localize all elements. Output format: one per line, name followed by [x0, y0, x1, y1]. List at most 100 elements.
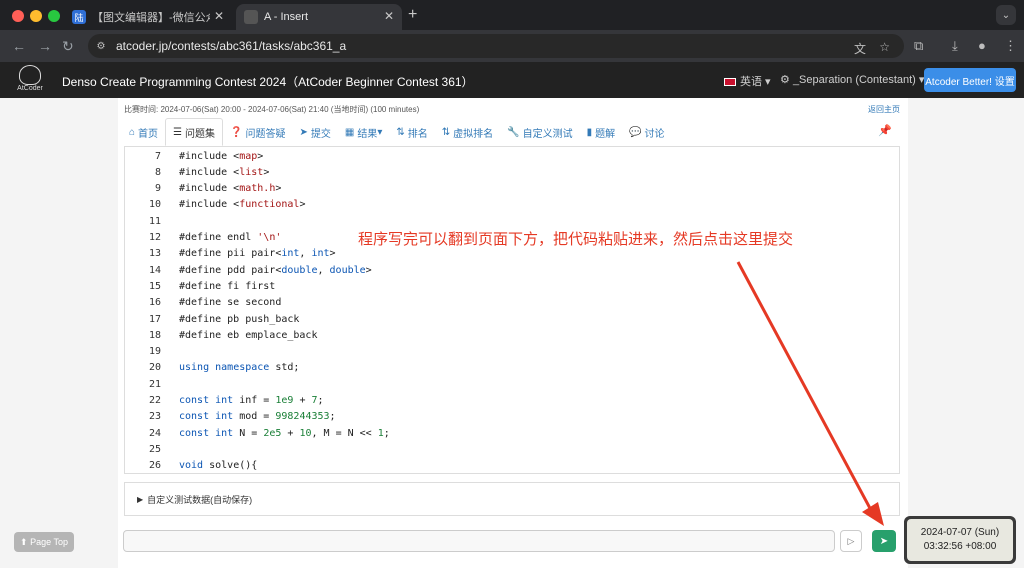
contest-title[interactable]: Denso Create Programming Contest 2024（At… — [62, 73, 474, 90]
atcoder-better-settings-button[interactable]: Atcoder Better! 设置 — [924, 68, 1016, 92]
user-menu[interactable]: ⚙ _Separation (Contestant) ▾ — [780, 73, 924, 86]
page-top-button[interactable]: ⬆ Page Top — [14, 532, 74, 552]
line-number: 13 — [148, 248, 161, 260]
code-line[interactable]: 26 void solve(){ — [125, 458, 257, 473]
custom-test-toggle[interactable]: ▶ 自定义测试数据(自动保存) — [124, 482, 900, 516]
close-icon[interactable]: ✕ — [214, 9, 224, 23]
clock-date: 2024-07-07 (Sun) — [920, 527, 1000, 538]
line-number: 14 — [148, 264, 161, 276]
minimize-window-button[interactable] — [30, 10, 42, 22]
tab-clarifications[interactable]: ❓ 问题答疑 — [223, 118, 292, 146]
url-text: atcoder.jp/contests/abc361/tasks/abc361_… — [116, 39, 347, 53]
back-icon[interactable]: ← — [12, 38, 26, 54]
tab-standings[interactable]: ⇅ 排名 — [389, 118, 434, 146]
code-line[interactable]: 9 #include <math.h> — [125, 181, 281, 197]
code-line[interactable]: 20 using namespace std; — [125, 360, 299, 376]
line-code: #include <math.h> — [179, 183, 282, 195]
line-number: 22 — [148, 395, 161, 406]
extensions-icon[interactable]: ⧉ — [914, 38, 923, 54]
forward-icon[interactable]: → — [38, 38, 52, 54]
line-number: 16 — [148, 297, 161, 309]
code-line[interactable]: 8 #include <list> — [125, 164, 269, 180]
page-body: 比赛时间: 2024-07-06(Sat) 20:00 - 2024-07-06… — [0, 98, 1024, 568]
tab-home[interactable]: ⌂ 首页 — [122, 118, 165, 146]
line-number: 23 — [148, 411, 161, 423]
code-line[interactable]: 12 #define endl '\n' — [125, 230, 281, 246]
tab-virtual-standings[interactable]: ⇅ 虚拟排名 — [435, 118, 500, 146]
line-code: #include <functional> — [179, 199, 306, 211]
code-line[interactable]: 15 #define fi first — [125, 278, 275, 294]
site-info-icon[interactable]: ⚙ — [94, 39, 108, 53]
line-number: 11 — [148, 215, 161, 227]
line-code: #define eb emplace_back — [179, 329, 318, 341]
profile-icon[interactable]: ● — [978, 38, 986, 53]
code-line[interactable]: 18 #define eb emplace_back — [125, 327, 318, 343]
code-line[interactable]: 7 #include <map> — [125, 148, 263, 164]
line-number: 26 — [148, 460, 161, 472]
tab-tasks[interactable]: ☰ 问题集 — [165, 118, 224, 146]
url-input[interactable]: ⚙ atcoder.jp/contests/abc361/tasks/abc36… — [88, 34, 904, 58]
tab-label: 提交 — [310, 128, 331, 140]
close-window-button[interactable] — [12, 10, 24, 22]
code-line[interactable]: 24 const int N = 2e5 + 10, M = N << 1; — [125, 425, 390, 441]
code-line[interactable]: 19 — [125, 344, 179, 360]
run-test-button[interactable]: ▷ — [840, 530, 862, 552]
code-line[interactable]: 10 #include <functional> — [125, 197, 306, 213]
language-selector[interactable]: 英语 ▾ — [724, 73, 771, 89]
pin-icon[interactable]: 📌 — [878, 124, 892, 137]
question-icon: ❓ — [230, 126, 243, 138]
tab-submit[interactable]: ➤ 提交 — [292, 118, 337, 146]
line-number: 24 — [148, 427, 161, 439]
line-code: #define fi first — [179, 280, 276, 292]
browser-tab-editor[interactable]: 陆 【图文编辑器】-微信公众号图 ✕ — [64, 4, 232, 30]
tab-custom-test[interactable]: 🔧 自定义测试 — [500, 118, 579, 146]
maximize-window-button[interactable] — [48, 10, 60, 22]
chevron-down-icon[interactable]: ⌄ — [996, 5, 1016, 25]
line-number: 15 — [148, 280, 161, 292]
download-icon[interactable]: ⤓ — [952, 38, 958, 54]
tab-label: 讨论 — [644, 128, 665, 140]
paper-plane-icon: ➤ — [879, 535, 889, 547]
reload-icon[interactable]: ↻ — [62, 38, 74, 55]
line-code: #define endl '\n' — [179, 232, 282, 243]
table-icon: ▦ — [344, 126, 355, 138]
code-editor[interactable]: 7 #include <map> 8 #include <list> 9 #include… — [124, 146, 900, 474]
contest-tabs: ⌂ 首页 ☰ 问题集 ❓ 问题答疑 ➤ 提交 ▦ 结果 ▾ ⇅ 排名 ⇅ 虚拟排名 🔧 自定义测试… — [122, 118, 672, 146]
arrow-up-icon: ⬆ — [20, 536, 28, 547]
code-line[interactable]: 22 const int inf = 1e9 + 7; — [125, 393, 324, 409]
tab-label: 排名 — [407, 128, 428, 140]
new-tab-icon[interactable]: + — [408, 6, 417, 24]
tab-results[interactable]: ▦ 结果 ▾ — [338, 118, 389, 146]
code-line[interactable]: 17 #define pb push_back — [125, 311, 299, 327]
atcoder-logo[interactable]: AtCoder — [10, 65, 50, 95]
translate-icon[interactable]: 文 — [854, 40, 866, 57]
bookmark-star-icon[interactable]: ☆ — [879, 40, 890, 54]
line-number: 10 — [148, 199, 161, 211]
tab-favicon: 陆 — [72, 10, 86, 24]
more-menu-icon[interactable]: ⋮ — [1004, 38, 1017, 54]
code-line[interactable]: 21 — [125, 376, 179, 392]
wrench-icon: 🔧 — [507, 126, 520, 138]
code-line[interactable]: 13 #define pii pair<int, int> — [125, 246, 336, 262]
annotation-text: 程序写完可以翻到页面下方，把代码粘贴进来，然后点击这里提交 — [358, 231, 794, 248]
close-icon[interactable]: ✕ — [384, 9, 394, 23]
code-line[interactable]: 25 — [125, 441, 179, 457]
tab-editorial[interactable]: ▮ 题解 — [580, 118, 623, 146]
code-paste-input[interactable] — [123, 530, 835, 552]
line-code: #include <map> — [179, 150, 264, 162]
code-line[interactable]: 23 const int mod = 998244353; — [125, 409, 336, 425]
custom-test-label: 自定义测试数据(自动保存) — [147, 494, 253, 505]
submit-button[interactable]: ➤ — [872, 530, 896, 552]
flag-icon — [724, 78, 736, 87]
code-line[interactable]: 16 #define se second — [125, 295, 281, 311]
tab-title: A - Insert — [264, 11, 309, 23]
back-home-link[interactable]: 返回主页 — [868, 104, 900, 115]
code-line[interactable]: 14 #define pdd pair<double, double> — [125, 262, 372, 278]
line-code: #define pb push_back — [179, 313, 300, 325]
tab-discuss[interactable]: 💬 讨论 — [622, 118, 671, 146]
browser-tab-atcoder[interactable]: A - Insert ✕ — [236, 4, 402, 30]
code-line[interactable]: 11 — [125, 213, 179, 229]
line-number: 7 — [154, 150, 161, 162]
line-number: 18 — [148, 329, 161, 341]
page-top-label: Page Top — [30, 537, 68, 547]
